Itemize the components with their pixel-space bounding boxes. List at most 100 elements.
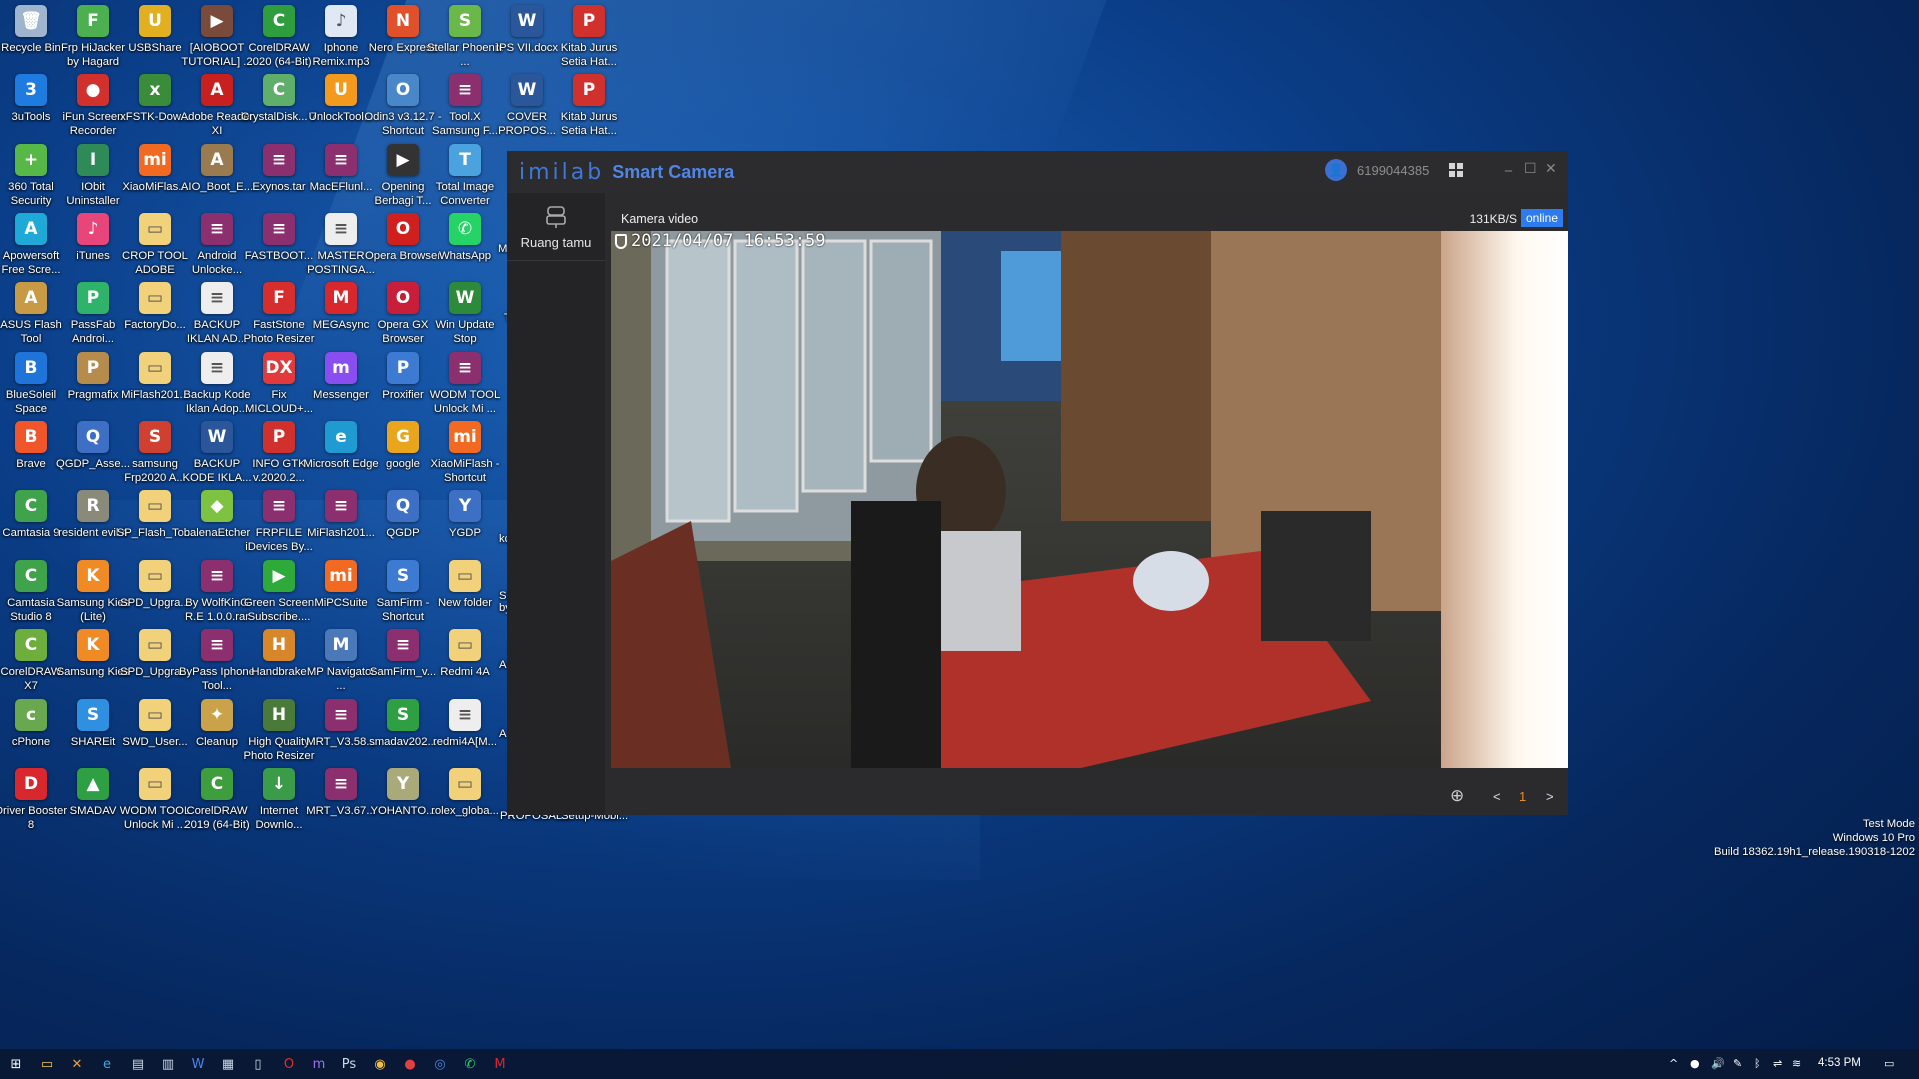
whatsapp-icon[interactable]: ✆	[460, 1054, 480, 1074]
clock[interactable]: 4:53 PM	[1818, 1057, 1861, 1069]
word-doc-icon: W	[511, 74, 543, 106]
partial-label[interactable]: A	[499, 728, 507, 740]
user-id: 6199044385	[1357, 163, 1430, 178]
scanner-icon[interactable]: ▤	[128, 1054, 148, 1074]
desktop-icon-label: YGDP	[448, 527, 481, 539]
winrar-icon: ≡	[201, 629, 233, 661]
usb-icon[interactable]: ⇌	[1773, 1057, 1782, 1070]
smart-camera-window: imilab Smart Camera 👤 6199044385 _ ☐ ✕ R…	[507, 151, 1568, 815]
recorder-icon[interactable]: ●	[400, 1054, 420, 1074]
chevron-up-icon[interactable]: ^	[1669, 1057, 1678, 1070]
pdf-icon: P	[263, 421, 295, 453]
desktop-icon[interactable]: ▭ rolex_globa...	[427, 768, 503, 850]
video-file-icon: ▶	[387, 144, 419, 176]
folder-icon: ▭	[139, 213, 171, 245]
recycle-bin-icon: 🗑	[15, 5, 47, 37]
nero-icon: N	[387, 5, 419, 37]
winrar-icon: ≡	[325, 490, 357, 522]
minimize-button[interactable]: _	[1505, 156, 1512, 172]
folder-icon: ▭	[449, 560, 481, 592]
mega-icon[interactable]: M	[490, 1054, 510, 1074]
photoshop-icon[interactable]: Ps	[339, 1054, 359, 1074]
winrar-icon: ≡	[449, 74, 481, 106]
opera-icon[interactable]: O	[279, 1054, 299, 1074]
user-icon[interactable]: 👤	[1325, 159, 1347, 181]
partial-label[interactable]: M	[498, 243, 507, 255]
xiaomi-flash-icon: mi	[449, 421, 481, 453]
winrar-icon: ≡	[449, 352, 481, 384]
desktop-icon-label: redmi4A[M...	[432, 736, 498, 748]
aio-boot-icon: A	[201, 144, 233, 176]
maximize-button[interactable]: ☐	[1524, 161, 1537, 177]
bluetooth-icon[interactable]: ᛒ	[1754, 1057, 1761, 1070]
phone-icon[interactable]: ▥	[158, 1054, 178, 1074]
video-frame	[611, 231, 1568, 768]
camera-title: Kamera video	[621, 212, 699, 226]
3utools-icon: 3	[15, 74, 47, 106]
folder-icon: ▭	[139, 282, 171, 314]
text-file-icon: ≡	[449, 699, 481, 731]
smadav-tray-icon[interactable]: ●	[1690, 1057, 1700, 1070]
apowersoft-icon: A	[15, 213, 47, 245]
text-file-icon: ≡	[201, 352, 233, 384]
coreldraw-icon: C	[263, 5, 295, 37]
folder-icon: ▭	[449, 629, 481, 661]
start-icon[interactable]: ⊞	[6, 1054, 26, 1074]
prev-page-button[interactable]: <	[1493, 789, 1501, 804]
balenaetcher-icon: ◆	[201, 490, 233, 522]
mipcsuite-icon: mi	[325, 560, 357, 592]
test-mode-watermark: Test Mode	[1862, 818, 1915, 830]
word-icon[interactable]: W	[188, 1054, 208, 1074]
sidebar-item-ruang-tamu[interactable]: Ruang tamu	[507, 201, 605, 261]
camera-header: Kamera video 131KB/S online	[611, 207, 1563, 231]
file-explorer-icon[interactable]: ▭	[37, 1054, 57, 1074]
notification-icon[interactable]: ▭	[1884, 1057, 1894, 1070]
imilab-icon[interactable]: ◎	[430, 1054, 450, 1074]
winrar-icon: ≡	[325, 699, 357, 731]
yohanto-icon: Y	[387, 768, 419, 800]
chrome-icon[interactable]: ◉	[370, 1054, 390, 1074]
tool-icon[interactable]: ✕	[67, 1054, 87, 1074]
mp3-file-icon: ♪	[325, 5, 357, 37]
messenger-icon[interactable]: m	[309, 1054, 329, 1074]
odin-icon: O	[387, 74, 419, 106]
speaker-icon[interactable]: 🔊	[1711, 1057, 1725, 1070]
title-bar[interactable]: imilab Smart Camera 👤 6199044385 _ ☐ ✕	[507, 151, 1568, 193]
brave-icon: B	[15, 421, 47, 453]
unlocktool-icon: U	[325, 74, 357, 106]
wifi-icon[interactable]: ≋	[1792, 1057, 1801, 1070]
grid-view-icon[interactable]	[1449, 163, 1463, 177]
chrome-icon: G	[387, 421, 419, 453]
winrar-icon: ≡	[263, 490, 295, 522]
itunes-icon: ♪	[77, 213, 109, 245]
qgdp-icon: Q	[387, 490, 419, 522]
winrar-icon: ≡	[201, 213, 233, 245]
idm-icon: ↓	[263, 768, 295, 800]
messenger-icon: m	[325, 352, 357, 384]
next-page-button[interactable]: >	[1546, 789, 1554, 804]
camera-video-feed[interactable]: 2021/04/07 16:53:59	[611, 231, 1568, 768]
calculator-icon[interactable]: ▦	[218, 1054, 238, 1074]
winrar-icon: ≡	[325, 768, 357, 800]
win-update-stop-icon: W	[449, 282, 481, 314]
close-button[interactable]: ✕	[1545, 161, 1557, 177]
edge-icon: e	[325, 421, 357, 453]
samsung-kies-icon: K	[77, 560, 109, 592]
notepad-icon[interactable]: ▯	[248, 1054, 268, 1074]
winrar-icon: ≡	[263, 213, 295, 245]
pdf-icon: P	[573, 74, 605, 106]
pragmafix-icon: P	[77, 352, 109, 384]
zoom-in-icon[interactable]: ⊕	[1450, 786, 1464, 806]
desktop-icon[interactable]: P Kitab Jurus Setia Hat...	[551, 74, 627, 156]
pdf-icon: P	[573, 5, 605, 37]
smadav-icon: S	[387, 699, 419, 731]
word-doc-icon: W	[201, 421, 233, 453]
edge-icon[interactable]: e	[97, 1054, 117, 1074]
pen-icon[interactable]: ✎	[1733, 1057, 1742, 1070]
winrar-icon: ≡	[387, 629, 419, 661]
cphone-icon: c	[15, 699, 47, 731]
xfstk-icon: x	[139, 74, 171, 106]
samsung-frp-icon: S	[139, 421, 171, 453]
mp-navigator-icon: M	[325, 629, 357, 661]
bitrate-readout: 131KB/S	[1469, 212, 1517, 226]
